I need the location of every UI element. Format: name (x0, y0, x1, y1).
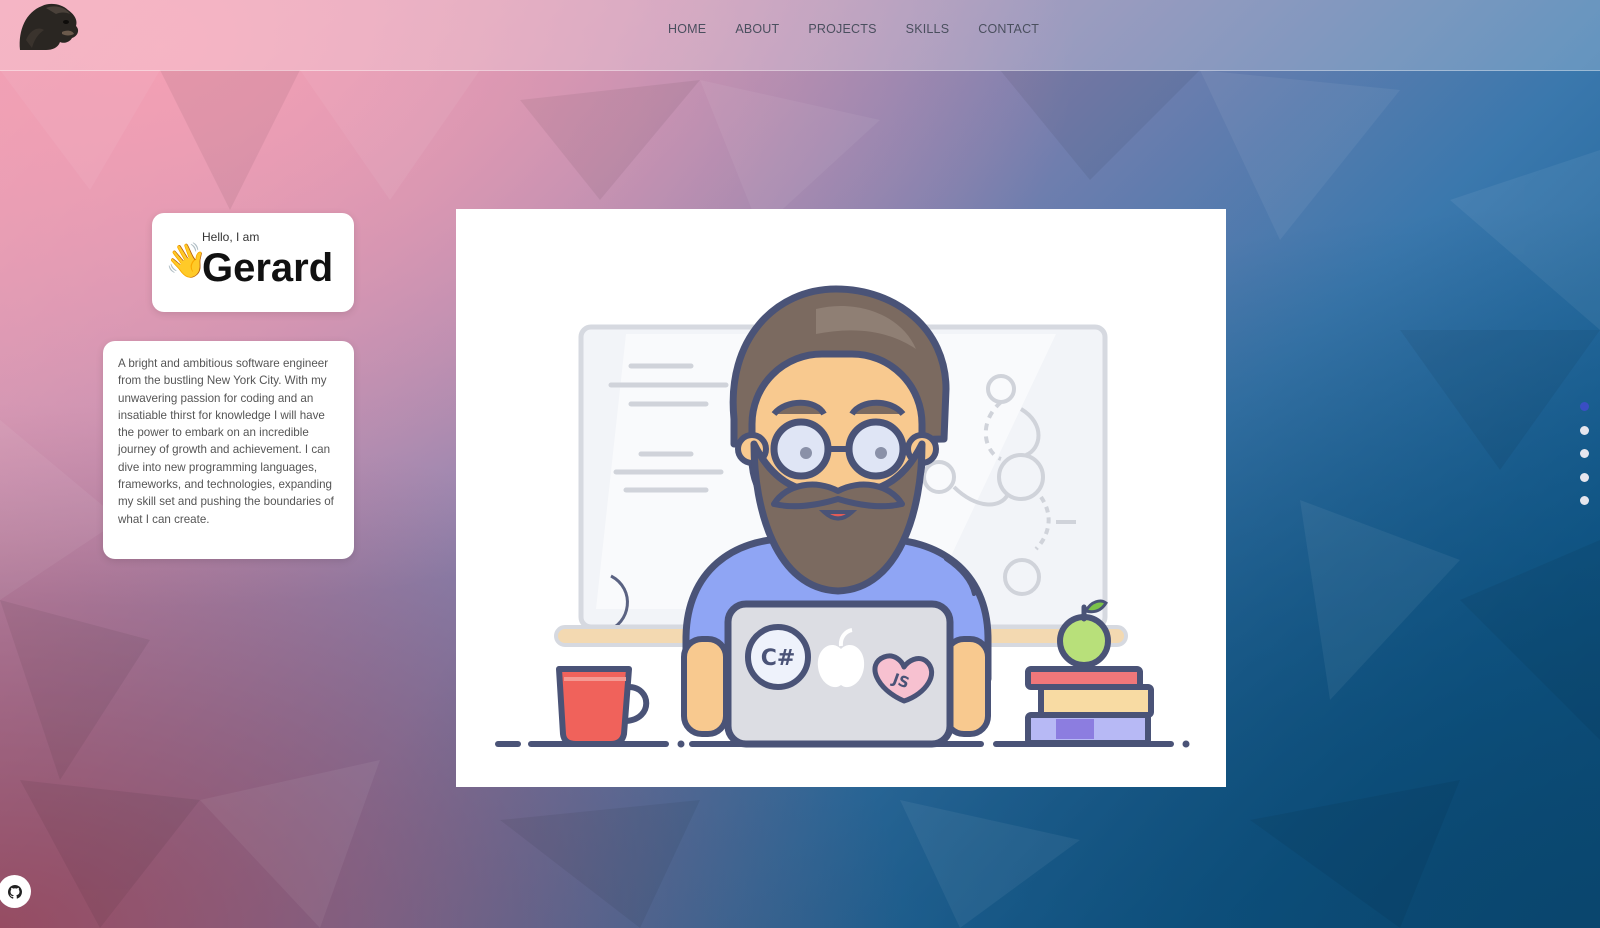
section-dot-4[interactable] (1580, 472, 1589, 482)
section-dot-1[interactable] (1580, 402, 1589, 411)
csharp-sticker-label: C# (761, 646, 796, 671)
person-name: Gerard (202, 246, 334, 290)
nav-item-contact[interactable]: CONTACT (978, 22, 1039, 36)
main-nav: HOME ABOUT PROJECTS SKILLS CONTACT (668, 22, 1039, 36)
top-navbar: HOME ABOUT PROJECTS SKILLS CONTACT (0, 0, 1600, 71)
section-dot-5[interactable] (1580, 496, 1589, 505)
github-icon (7, 884, 22, 899)
nav-item-home[interactable]: HOME (668, 22, 706, 36)
bio-card: A bright and ambitious software engineer… (103, 341, 354, 559)
intro-card: Hello, I am 👋 Gerard (152, 213, 354, 312)
gorilla-logo-icon[interactable] (16, 0, 82, 52)
greeting-text: Hello, I am (202, 230, 260, 244)
section-dot-2[interactable] (1580, 425, 1589, 435)
section-dot-3[interactable] (1580, 449, 1589, 458)
developer-illustration-svg: C# JS (495, 285, 1190, 748)
waving-hand-icon: 👋 (165, 242, 208, 280)
bio-text: A bright and ambitious software engineer… (118, 357, 334, 526)
nav-item-about[interactable]: ABOUT (735, 22, 779, 36)
nav-item-projects[interactable]: PROJECTS (808, 22, 876, 36)
github-link[interactable] (0, 875, 31, 908)
section-dots-nav (1580, 402, 1589, 520)
nav-item-skills[interactable]: SKILLS (906, 22, 950, 36)
developer-illustration: C# JS (456, 209, 1226, 787)
